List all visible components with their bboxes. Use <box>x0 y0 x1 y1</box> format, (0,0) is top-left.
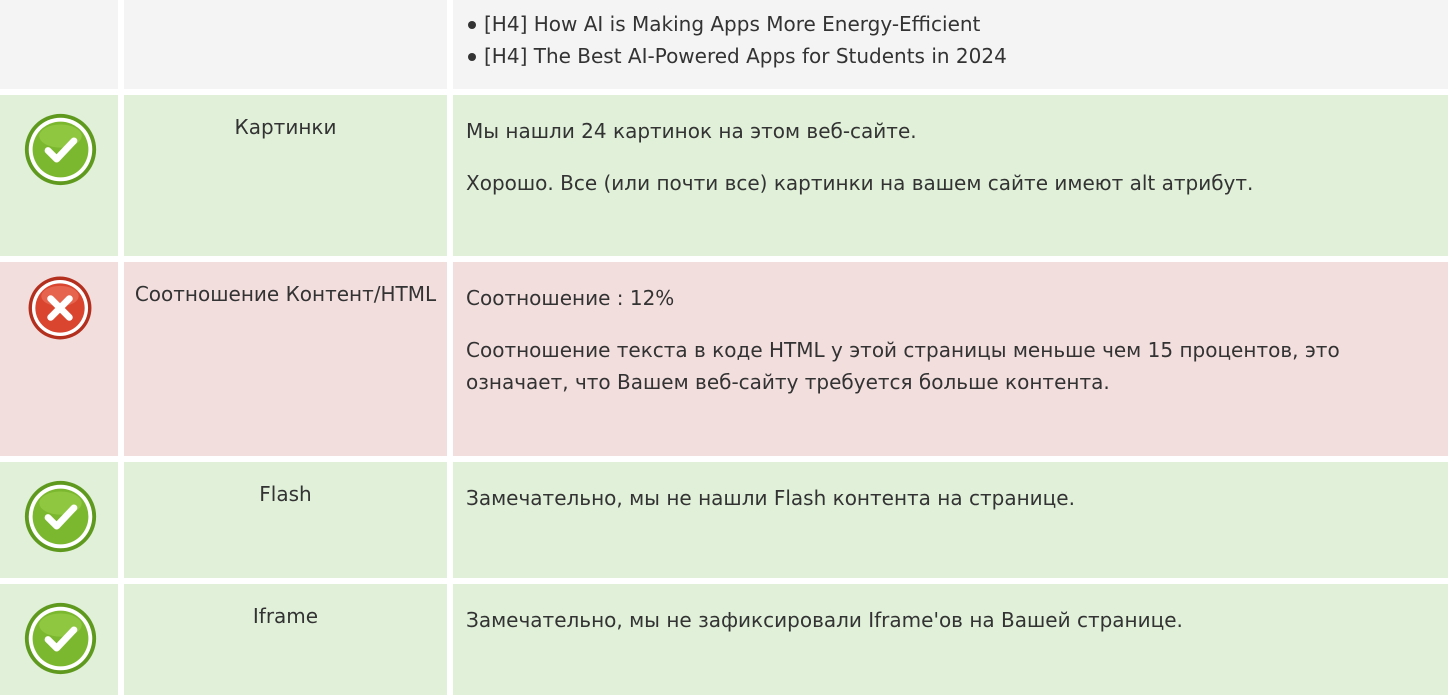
label-cell <box>124 0 447 89</box>
row-label: Картинки <box>124 95 447 256</box>
icon-cell <box>0 0 118 89</box>
result-detail: Хорошо. Все (или почти все) картинки на … <box>466 171 1254 195</box>
bullet-icon <box>468 53 476 61</box>
row-label: Flash <box>124 462 447 578</box>
result-summary: Соотношение : 12% <box>466 286 675 310</box>
heading-list-item: [H4] How AI is Making Apps More Energy-E… <box>466 8 1448 40</box>
result-summary: Замечательно, мы не зафиксировали Iframe… <box>466 608 1183 632</box>
result-summary: Замечательно, мы не нашли Flash контента… <box>466 486 1075 510</box>
heading-text: [H4] The Best AI-Powered Apps for Studen… <box>484 44 1007 68</box>
result-summary: Мы нашли 24 картинок на этом веб-сайте. <box>466 119 917 143</box>
status-icon-cell <box>0 462 118 578</box>
report-row-iframe: Iframe Замечательно, мы не зафиксировали… <box>0 584 1448 695</box>
headings-list: [H4] How AI is Making Apps More Energy-E… <box>466 4 1448 72</box>
report-row-flash: Flash Замечательно, мы не нашли Flash ко… <box>0 462 1448 578</box>
report-row-content-ratio: Соотношение Контент/HTML Соотношение : 1… <box>0 262 1448 456</box>
bullet-icon <box>468 21 476 29</box>
heading-text: [H4] How AI is Making Apps More Energy-E… <box>484 12 981 36</box>
row-content: Соотношение : 12% Соотношение текста в к… <box>453 262 1448 456</box>
report-row-images: Картинки Мы нашли 24 картинок на этом ве… <box>0 95 1448 256</box>
error-x-circle-icon <box>28 276 92 340</box>
status-icon-cell <box>0 262 118 456</box>
status-icon-cell <box>0 584 118 695</box>
headings-row: [H4] How AI is Making Apps More Energy-E… <box>0 0 1448 89</box>
check-circle-icon <box>24 602 97 675</box>
row-label: Iframe <box>124 584 447 695</box>
heading-list-item: [H4] The Best AI-Powered Apps for Studen… <box>466 40 1448 72</box>
row-content: Замечательно, мы не нашли Flash контента… <box>453 462 1448 578</box>
row-content: Замечательно, мы не зафиксировали Iframe… <box>453 584 1448 695</box>
check-circle-icon <box>24 113 97 186</box>
check-circle-icon <box>24 480 97 553</box>
content-cell: [H4] How AI is Making Apps More Energy-E… <box>453 0 1448 89</box>
result-detail: Соотношение текста в коде HTML у этой ст… <box>466 338 1340 394</box>
row-label: Соотношение Контент/HTML <box>124 262 447 456</box>
status-icon-cell <box>0 95 118 256</box>
row-content: Мы нашли 24 картинок на этом веб-сайте. … <box>453 95 1448 256</box>
